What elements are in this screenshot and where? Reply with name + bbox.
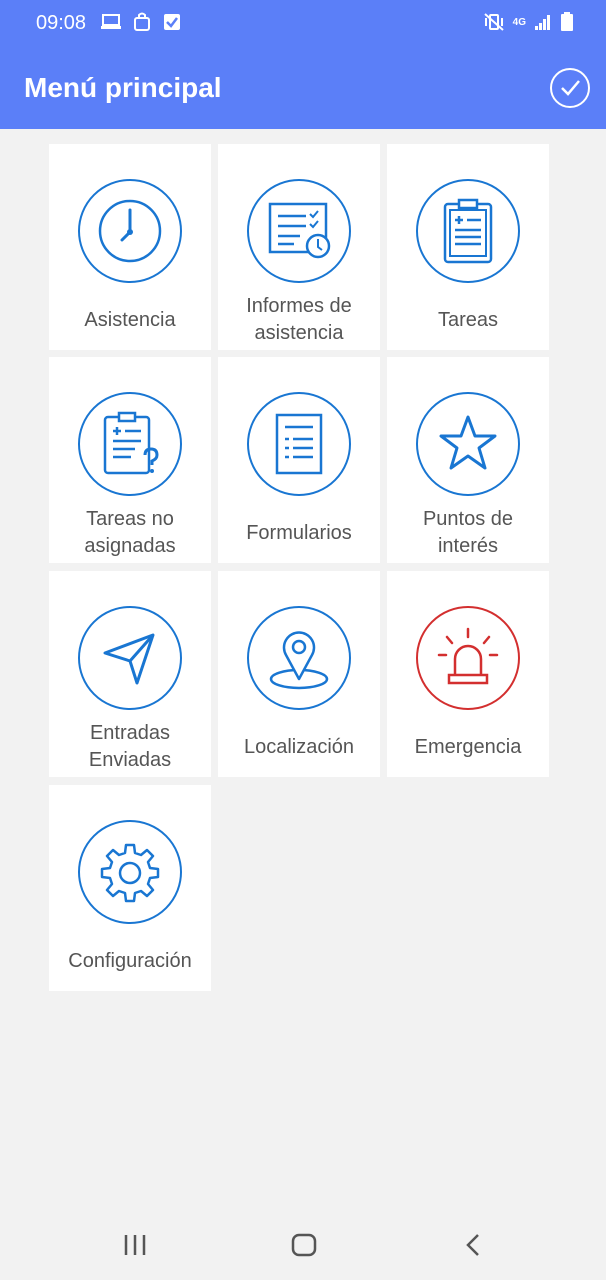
system-nav-bar — [0, 1210, 606, 1280]
menu-item-label: Tareas no asignadas — [84, 508, 176, 557]
menu-item-label: Emergencia — [414, 735, 522, 758]
location-pin-icon — [269, 631, 329, 690]
menu-item-configuracion[interactable]: Configuración — [49, 785, 211, 991]
clock-icon — [98, 199, 162, 263]
menu-item-label: Entradas Enviadas — [88, 722, 172, 771]
menu-icon-circle — [78, 820, 182, 924]
menu-icon-circle — [78, 179, 182, 283]
menu-grid: Asistencia Informes de asistencia Tareas — [0, 0, 606, 1280]
menu-item-label: Informes de asistencia — [246, 295, 352, 344]
menu-item-localizacion[interactable]: Localización — [218, 571, 380, 777]
clipboard-icon — [443, 198, 493, 264]
star-icon — [439, 415, 497, 470]
menu-item-formularios[interactable]: Formularios — [218, 357, 380, 563]
menu-item-informes-asistencia[interactable]: Informes de asistencia — [218, 144, 380, 350]
menu-item-asistencia[interactable]: Asistencia — [49, 144, 211, 350]
menu-icon-circle — [416, 392, 520, 496]
menu-item-label: Asistencia — [84, 308, 176, 331]
menu-item-label: Localización — [243, 735, 355, 758]
report-clock-icon — [268, 202, 331, 259]
menu-item-label: Formularios — [246, 521, 352, 544]
paper-plane-icon — [103, 633, 155, 685]
menu-icon-circle — [247, 606, 351, 710]
gear-icon — [100, 843, 160, 903]
menu-item-tareas[interactable]: Tareas — [387, 144, 549, 350]
menu-item-tareas-no-asignadas[interactable]: Tareas no asignadas — [49, 357, 211, 563]
menu-icon-circle — [416, 606, 520, 710]
recent-apps-icon[interactable] — [122, 1232, 148, 1258]
menu-item-puntos-de-interes[interactable]: Puntos de interés — [387, 357, 549, 563]
home-icon[interactable] — [290, 1232, 318, 1258]
menu-item-emergencia[interactable]: Emergencia — [387, 571, 549, 777]
form-icon — [275, 413, 323, 475]
menu-icon-circle — [247, 179, 351, 283]
menu-icon-circle — [247, 392, 351, 496]
menu-item-label: Tareas — [437, 308, 499, 331]
clipboard-question-icon — [103, 411, 159, 475]
menu-icon-circle — [416, 179, 520, 283]
menu-item-label: Configuración — [68, 949, 192, 972]
menu-item-label: Puntos de interés — [422, 508, 514, 557]
menu-item-entradas-enviadas[interactable]: Entradas Enviadas — [49, 571, 211, 777]
back-icon[interactable] — [462, 1232, 486, 1258]
menu-icon-circle — [78, 606, 182, 710]
menu-icon-circle — [78, 392, 182, 496]
siren-icon — [437, 627, 499, 685]
